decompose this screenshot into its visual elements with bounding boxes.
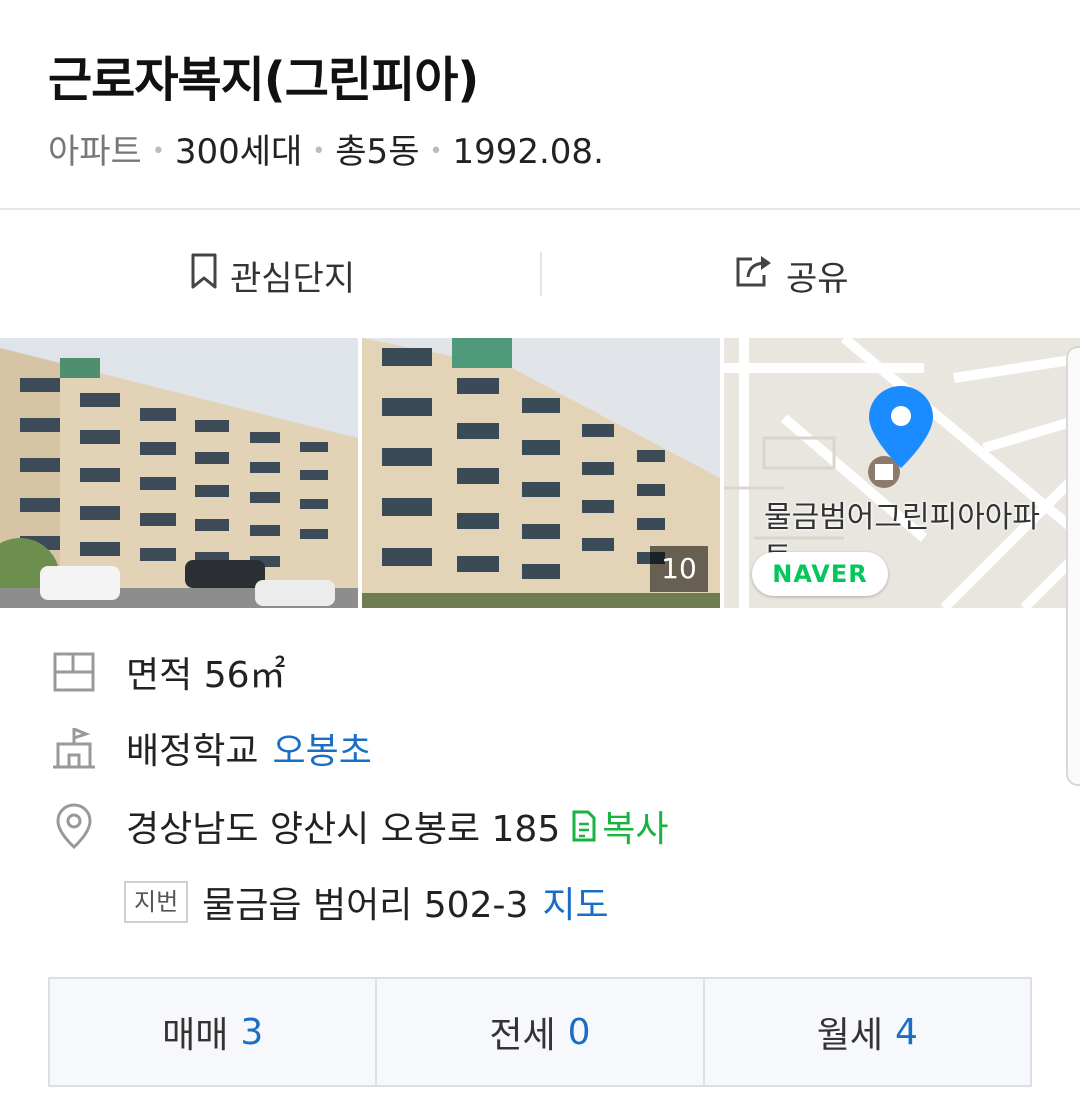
jibun-row: 지번 물금읍 범어리 502-3 지도 bbox=[124, 872, 609, 932]
complex-title: 근로자복지(그린피아) bbox=[48, 52, 479, 108]
school-icon bbox=[48, 722, 100, 774]
bookmark-icon bbox=[188, 252, 220, 299]
tab-sale[interactable]: 매매 3 bbox=[50, 979, 378, 1085]
favorite-button[interactable]: 관심단지 bbox=[188, 250, 355, 300]
divider bbox=[540, 252, 542, 296]
road-address: 경상남도 양산시 오봉로 185 bbox=[126, 809, 561, 850]
complex-photo[interactable]: 10 bbox=[362, 338, 720, 608]
photo-count-badge: 10 bbox=[650, 546, 708, 592]
separator-dot: • bbox=[429, 139, 443, 164]
map-thumbnail[interactable]: 물금범어그린피아아파트 NAVER bbox=[724, 338, 1080, 608]
separator-dot: • bbox=[151, 139, 165, 164]
tab-label: 월세 bbox=[816, 1015, 883, 1056]
complex-photo[interactable] bbox=[0, 338, 358, 608]
action-bar: 관심단지 공유 bbox=[0, 210, 1080, 338]
tab-label: 매매 bbox=[162, 1015, 229, 1056]
school-row: 배정학교 오봉초 bbox=[48, 718, 372, 778]
school-link[interactable]: 오봉초 bbox=[272, 722, 371, 774]
location-marker-icon bbox=[48, 800, 100, 852]
copy-label: 복사 bbox=[602, 809, 669, 850]
location-pin-icon bbox=[866, 384, 936, 470]
copy-address-button[interactable]: 복사 bbox=[570, 800, 669, 852]
deal-type-tabs: 매매 3 전세 0 월세 4 bbox=[48, 977, 1032, 1087]
building-count: 총5동 bbox=[335, 132, 420, 172]
scroll-handle[interactable] bbox=[1066, 346, 1080, 786]
tab-monthly-rent[interactable]: 월세 4 bbox=[705, 979, 1030, 1085]
tab-count: 3 bbox=[240, 1011, 264, 1053]
jibun-tag: 지번 bbox=[124, 881, 189, 923]
area-value: 56㎡ bbox=[203, 655, 286, 696]
naver-logo: NAVER bbox=[752, 552, 888, 596]
jibun-address: 물금읍 범어리 502-3 bbox=[202, 885, 529, 926]
tab-count: 4 bbox=[894, 1011, 918, 1053]
copy-icon bbox=[572, 810, 596, 842]
household-count: 300세대 bbox=[174, 132, 303, 172]
tab-count: 0 bbox=[567, 1011, 591, 1053]
school-label: 배정학교 bbox=[126, 731, 259, 772]
share-icon bbox=[734, 253, 776, 298]
tab-jeonse[interactable]: 전세 0 bbox=[377, 979, 705, 1085]
tab-label: 전세 bbox=[489, 1015, 556, 1056]
favorite-label: 관심단지 bbox=[230, 258, 356, 299]
complex-header: 근로자복지(그린피아) 아파트 • 300세대 • 총5동 • 1992.08. bbox=[0, 0, 1080, 208]
completion-date: 1992.08. bbox=[452, 132, 604, 172]
complex-meta: 아파트 • 300세대 • 총5동 • 1992.08. bbox=[48, 124, 604, 173]
complex-type: 아파트 bbox=[48, 132, 142, 172]
area-label: 면적 bbox=[126, 655, 193, 696]
address-row: 경상남도 양산시 오봉로 185 복사 bbox=[48, 796, 669, 856]
separator-dot: • bbox=[312, 139, 326, 164]
floor-plan-icon bbox=[48, 646, 100, 698]
map-link[interactable]: 지도 bbox=[542, 876, 608, 928]
share-button[interactable]: 공유 bbox=[734, 250, 849, 300]
photo-strip: 10 물금범어그린피아아파트 NAVER bbox=[0, 338, 1080, 608]
area-row: 면적 56㎡ bbox=[48, 642, 286, 702]
share-label: 공유 bbox=[786, 258, 849, 299]
